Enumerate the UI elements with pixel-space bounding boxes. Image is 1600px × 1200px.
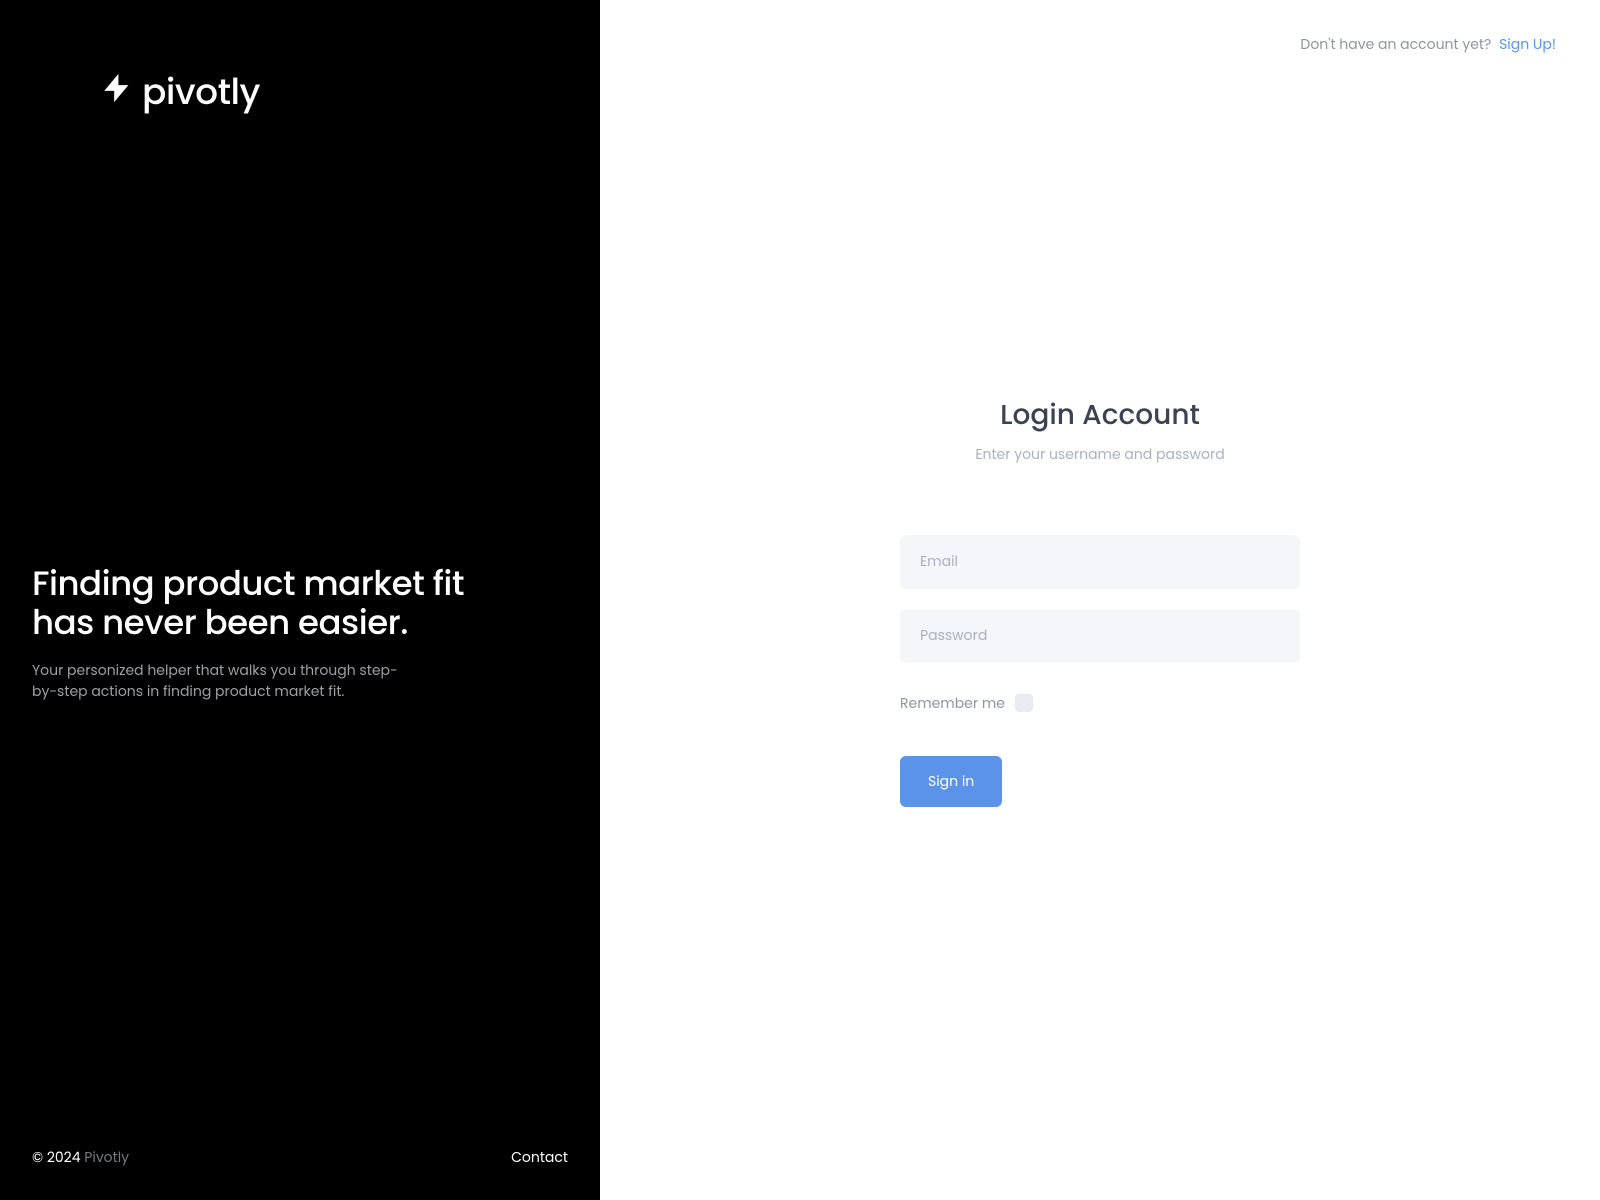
left-panel: pivotly Finding product market fit has n…: [0, 0, 600, 1200]
hero-subhead: Your personized helper that walks you th…: [32, 660, 422, 702]
signup-prompt: Don't have an account yet? Sign Up!: [1300, 34, 1556, 55]
copyright-brand: Pivotly: [84, 1147, 129, 1167]
form-title: Login Account: [900, 394, 1300, 436]
logo: pivotly: [100, 64, 568, 119]
contact-link[interactable]: Contact: [511, 1147, 568, 1168]
copyright-prefix: © 2024: [32, 1147, 84, 1167]
hero-headline: Finding product market fit has never bee…: [32, 564, 568, 642]
copyright: © 2024 Pivotly: [32, 1147, 129, 1168]
signin-button[interactable]: Sign in: [900, 756, 1002, 807]
password-field[interactable]: [900, 609, 1300, 663]
remember-label: Remember me: [900, 693, 1005, 714]
remember-toggle[interactable]: [1015, 694, 1033, 712]
logo-text: pivotly: [142, 64, 260, 119]
right-panel: Don't have an account yet? Sign Up! Logi…: [600, 0, 1600, 1200]
bolt-icon: [100, 71, 134, 112]
login-form-wrap: Login Account Enter your username and pa…: [600, 0, 1600, 1200]
form-subtitle: Enter your username and password: [900, 444, 1300, 465]
email-field[interactable]: [900, 535, 1300, 589]
signup-link[interactable]: Sign Up!: [1499, 34, 1556, 54]
login-form: Login Account Enter your username and pa…: [900, 394, 1300, 807]
hero-section: Finding product market fit has never bee…: [32, 119, 568, 1147]
remember-row: Remember me: [900, 693, 1300, 714]
no-account-text: Don't have an account yet?: [1300, 34, 1491, 54]
left-footer: © 2024 Pivotly Contact: [32, 1147, 568, 1168]
